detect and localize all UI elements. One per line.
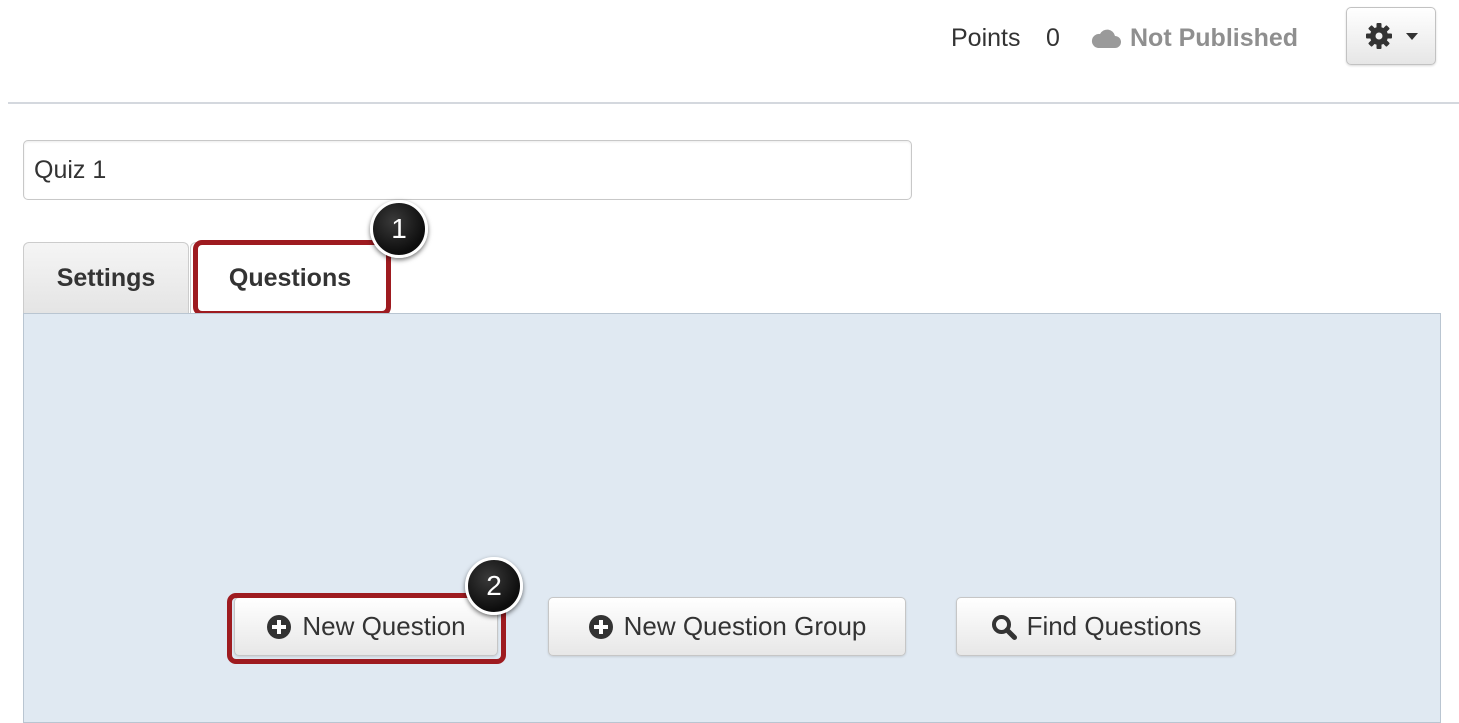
questions-panel (23, 313, 1441, 723)
plus-circle-icon (267, 614, 292, 639)
new-question-button[interactable]: New Question (234, 597, 498, 656)
new-question-group-button[interactable]: New Question Group (548, 597, 906, 656)
points-label: Points (951, 24, 1021, 52)
chevron-down-icon (1406, 33, 1418, 40)
find-questions-button[interactable]: Find Questions (956, 597, 1236, 656)
quiz-header: Points 0 Not Published (0, 0, 1459, 104)
tab-questions-label: Questions (228, 264, 352, 292)
new-question-label: New Question (302, 611, 466, 641)
plus-circle-icon (588, 614, 613, 639)
tab-settings-label: Settings (56, 264, 156, 292)
header-divider (8, 102, 1459, 104)
points-value: 0 (1046, 24, 1060, 52)
settings-menu-button[interactable] (1346, 7, 1436, 65)
find-questions-label: Find Questions (1026, 611, 1202, 641)
publish-status[interactable]: Not Published (1130, 24, 1298, 53)
gear-icon (1366, 23, 1392, 49)
callout-badge-2: 2 (465, 557, 523, 615)
search-icon (991, 614, 1017, 640)
tab-questions[interactable]: Questions (190, 242, 390, 314)
cloud-icon (1090, 26, 1122, 52)
new-question-group-label: New Question Group (623, 611, 867, 641)
tab-settings[interactable]: Settings (23, 242, 189, 314)
quiz-title-input[interactable] (23, 140, 912, 200)
callout-badge-1: 1 (370, 200, 428, 258)
